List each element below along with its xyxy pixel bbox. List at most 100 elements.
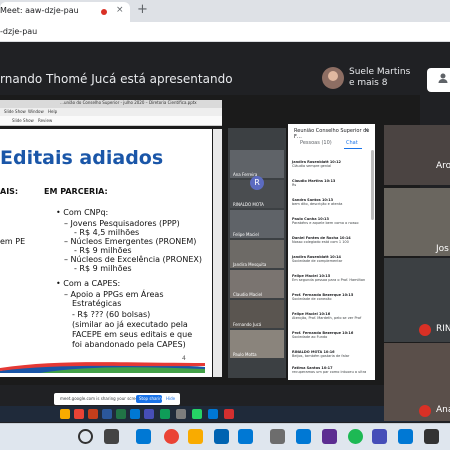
- participant-name: Ana: [436, 405, 450, 415]
- chat-message: Daniel Fontes de Rocha 10:14 Nosso colegi…: [292, 236, 351, 244]
- chrome-icon[interactable]: [164, 429, 179, 444]
- close-icon[interactable]: ✕: [364, 127, 369, 134]
- app-icon[interactable]: [424, 429, 439, 444]
- slide-bullet: - R$ ??? (60 bolsas): [72, 310, 151, 319]
- app-icon[interactable]: [296, 429, 311, 444]
- slide-bullet: – Núcleos Emergentes (PRONEM): [64, 237, 197, 246]
- whatsapp-icon: [192, 409, 202, 419]
- ppt-ribbon-tab[interactable]: Slide Show: [12, 118, 34, 123]
- address-text: -dzje-pau: [0, 27, 38, 36]
- search-icon[interactable]: [78, 429, 93, 444]
- participant-more: e mais 8: [349, 78, 388, 88]
- slide-bullet: (similar ao já executado pela: [72, 320, 188, 329]
- mail-icon: [208, 409, 218, 419]
- shared-tile: Felipe Maciel: [230, 210, 284, 238]
- chat-message: Fatima Santos 10:17 recuperamos um par co…: [292, 366, 367, 374]
- folder-icon[interactable]: [188, 429, 203, 444]
- participants-summary[interactable]: Suele Martins e mais 8: [349, 67, 410, 89]
- slide-bullet: - R$ 9 milhões: [74, 246, 132, 255]
- participant-tile[interactable]: Jos: [384, 188, 450, 256]
- app-icon: [176, 409, 186, 419]
- new-tab-icon[interactable]: +: [137, 2, 148, 17]
- browser-tab[interactable]: Meet: aaw-dzje-pau ×: [0, 2, 130, 22]
- chat-title: Reunião Conselho Superior de F…: [294, 128, 370, 140]
- slide-bullet: - R$ 9 milhões: [74, 264, 132, 273]
- ppt-scrollbar[interactable]: [213, 129, 222, 377]
- person-add-icon: [437, 72, 449, 87]
- participant-name: Jos: [436, 244, 449, 254]
- slide-bullet: - R$ 4,5 milhões: [74, 228, 140, 237]
- teams-icon: [144, 409, 154, 419]
- participant-name: Aro: [436, 161, 450, 171]
- slide-title: Editais adiados: [0, 147, 164, 169]
- tab-chat[interactable]: Chat: [346, 140, 358, 146]
- ppt-ribbon: Slide Show Review: [0, 116, 222, 126]
- recording-dot-icon: [101, 9, 107, 15]
- shared-tile: Fernando Jucá: [230, 300, 284, 328]
- participant-tile[interactable]: RIN: [384, 258, 450, 342]
- slide-col1-heading: AIS:: [0, 187, 19, 196]
- tab-underline: [344, 148, 362, 149]
- mail-icon[interactable]: [238, 429, 253, 444]
- tab-close-icon[interactable]: ×: [116, 5, 124, 15]
- ppt-titlebar: …união do Conselho Superior - julho 2020…: [0, 100, 222, 108]
- slide-bullet: • Com a CAPES:: [56, 279, 121, 288]
- teams-icon[interactable]: [372, 429, 387, 444]
- mic-off-icon: [419, 324, 431, 336]
- meet-icon: [160, 409, 170, 419]
- app-icon[interactable]: [398, 429, 413, 444]
- task-view-icon[interactable]: [104, 429, 119, 444]
- slide-bullet: FACEPE em seus editais e que: [72, 330, 193, 339]
- chrome-icon: [74, 409, 84, 419]
- participant-name: RIN: [436, 324, 450, 334]
- hide-banner-button[interactable]: Hide: [166, 396, 175, 401]
- participant-tile[interactable]: Ana: [384, 343, 450, 421]
- spotify-icon[interactable]: [348, 429, 363, 444]
- address-bar[interactable]: -dzje-pau: [0, 22, 450, 42]
- shared-tile: Jandira Mesquita: [230, 240, 284, 268]
- ppt-file-title: …união do Conselho Superior - julho 2020…: [60, 100, 197, 105]
- mic-off-icon: [419, 405, 431, 417]
- ppt-ribbon-tab[interactable]: Review: [38, 118, 52, 123]
- slide-bullet: foi abandonado pela CAPES): [72, 340, 186, 349]
- share-banner-text: meet.google.com is sharing your screen: [60, 396, 141, 401]
- screen-share-banner: meet.google.com is sharing your screen S…: [54, 393, 180, 405]
- app-icon[interactable]: [322, 429, 337, 444]
- chat-panel: Reunião Conselho Superior de F… ✕ Pessoa…: [288, 124, 375, 380]
- shared-tile: Claudio Maciel: [230, 270, 284, 298]
- slide-col1-line: em PE: [0, 237, 26, 246]
- app-icon[interactable]: [270, 429, 285, 444]
- chat-message: Paulo Cunha 10:13 Parabéns e aquele bem c…: [292, 217, 359, 225]
- browser-tab-strip: Meet: aaw-dzje-pau × +: [0, 0, 450, 22]
- ppt-menubar: Slide Show Window Help: [0, 108, 222, 116]
- screen: Meet: aaw-dzje-pau × + -dzje-pau rnando …: [0, 0, 450, 450]
- shared-participant-strip: Ana Ferreira RINALDO MOTA Felipe Maciel …: [228, 128, 286, 378]
- edge-icon: [130, 409, 140, 419]
- participant-tile[interactable]: Aro: [384, 125, 450, 185]
- slide: Editais adiados AIS: em PE EM PARCERIA: …: [0, 129, 212, 377]
- slide-bullet: – Apoio a PPGs em Áreas: [64, 290, 164, 299]
- slide-bullet: Estratégicas: [72, 299, 122, 308]
- slide-bullet: – Núcleos de Excelência (PRONEX): [64, 255, 202, 264]
- pdf-icon: [224, 409, 234, 419]
- shared-tile: Ana Ferreira: [230, 150, 284, 178]
- chat-scrollbar[interactable]: [371, 150, 374, 220]
- chat-message: Felipe Maciel 10:16 Atenção, Prof. Mardet…: [292, 312, 362, 320]
- presenter-bar: rnando Thomé Jucá está apresentando Suel…: [0, 63, 450, 93]
- participant-name: Suele Martins: [349, 67, 411, 77]
- powerpoint-icon: [88, 409, 98, 419]
- ppt-menu-item[interactable]: Window: [28, 109, 44, 114]
- chat-message: Jandira Rosenblatt 10:12 Cláudio sempre g…: [292, 160, 341, 168]
- chat-message: Prof. Fernando Bezerque 10:15 Sociedade d…: [292, 293, 354, 301]
- stop-sharing-button[interactable]: Stop sharing: [136, 395, 164, 403]
- tab-people[interactable]: Pessoas (10): [300, 140, 332, 146]
- chat-message: RINALDO MOTA 10:16 Beijos, também gostari…: [292, 350, 350, 358]
- add-people-button[interactable]: [427, 68, 450, 92]
- word-icon: [102, 409, 112, 419]
- ppt-menu-item[interactable]: Slide Show: [4, 109, 26, 114]
- edge-icon[interactable]: [136, 429, 151, 444]
- chat-message: Sandra Santos 10:13 bem dito, descrição e…: [292, 198, 343, 206]
- store-icon[interactable]: [214, 429, 229, 444]
- ppt-menu-item[interactable]: Help: [48, 109, 57, 114]
- chat-message: Jandira Rosenblatt 10:14 Sociedade de com…: [292, 255, 343, 263]
